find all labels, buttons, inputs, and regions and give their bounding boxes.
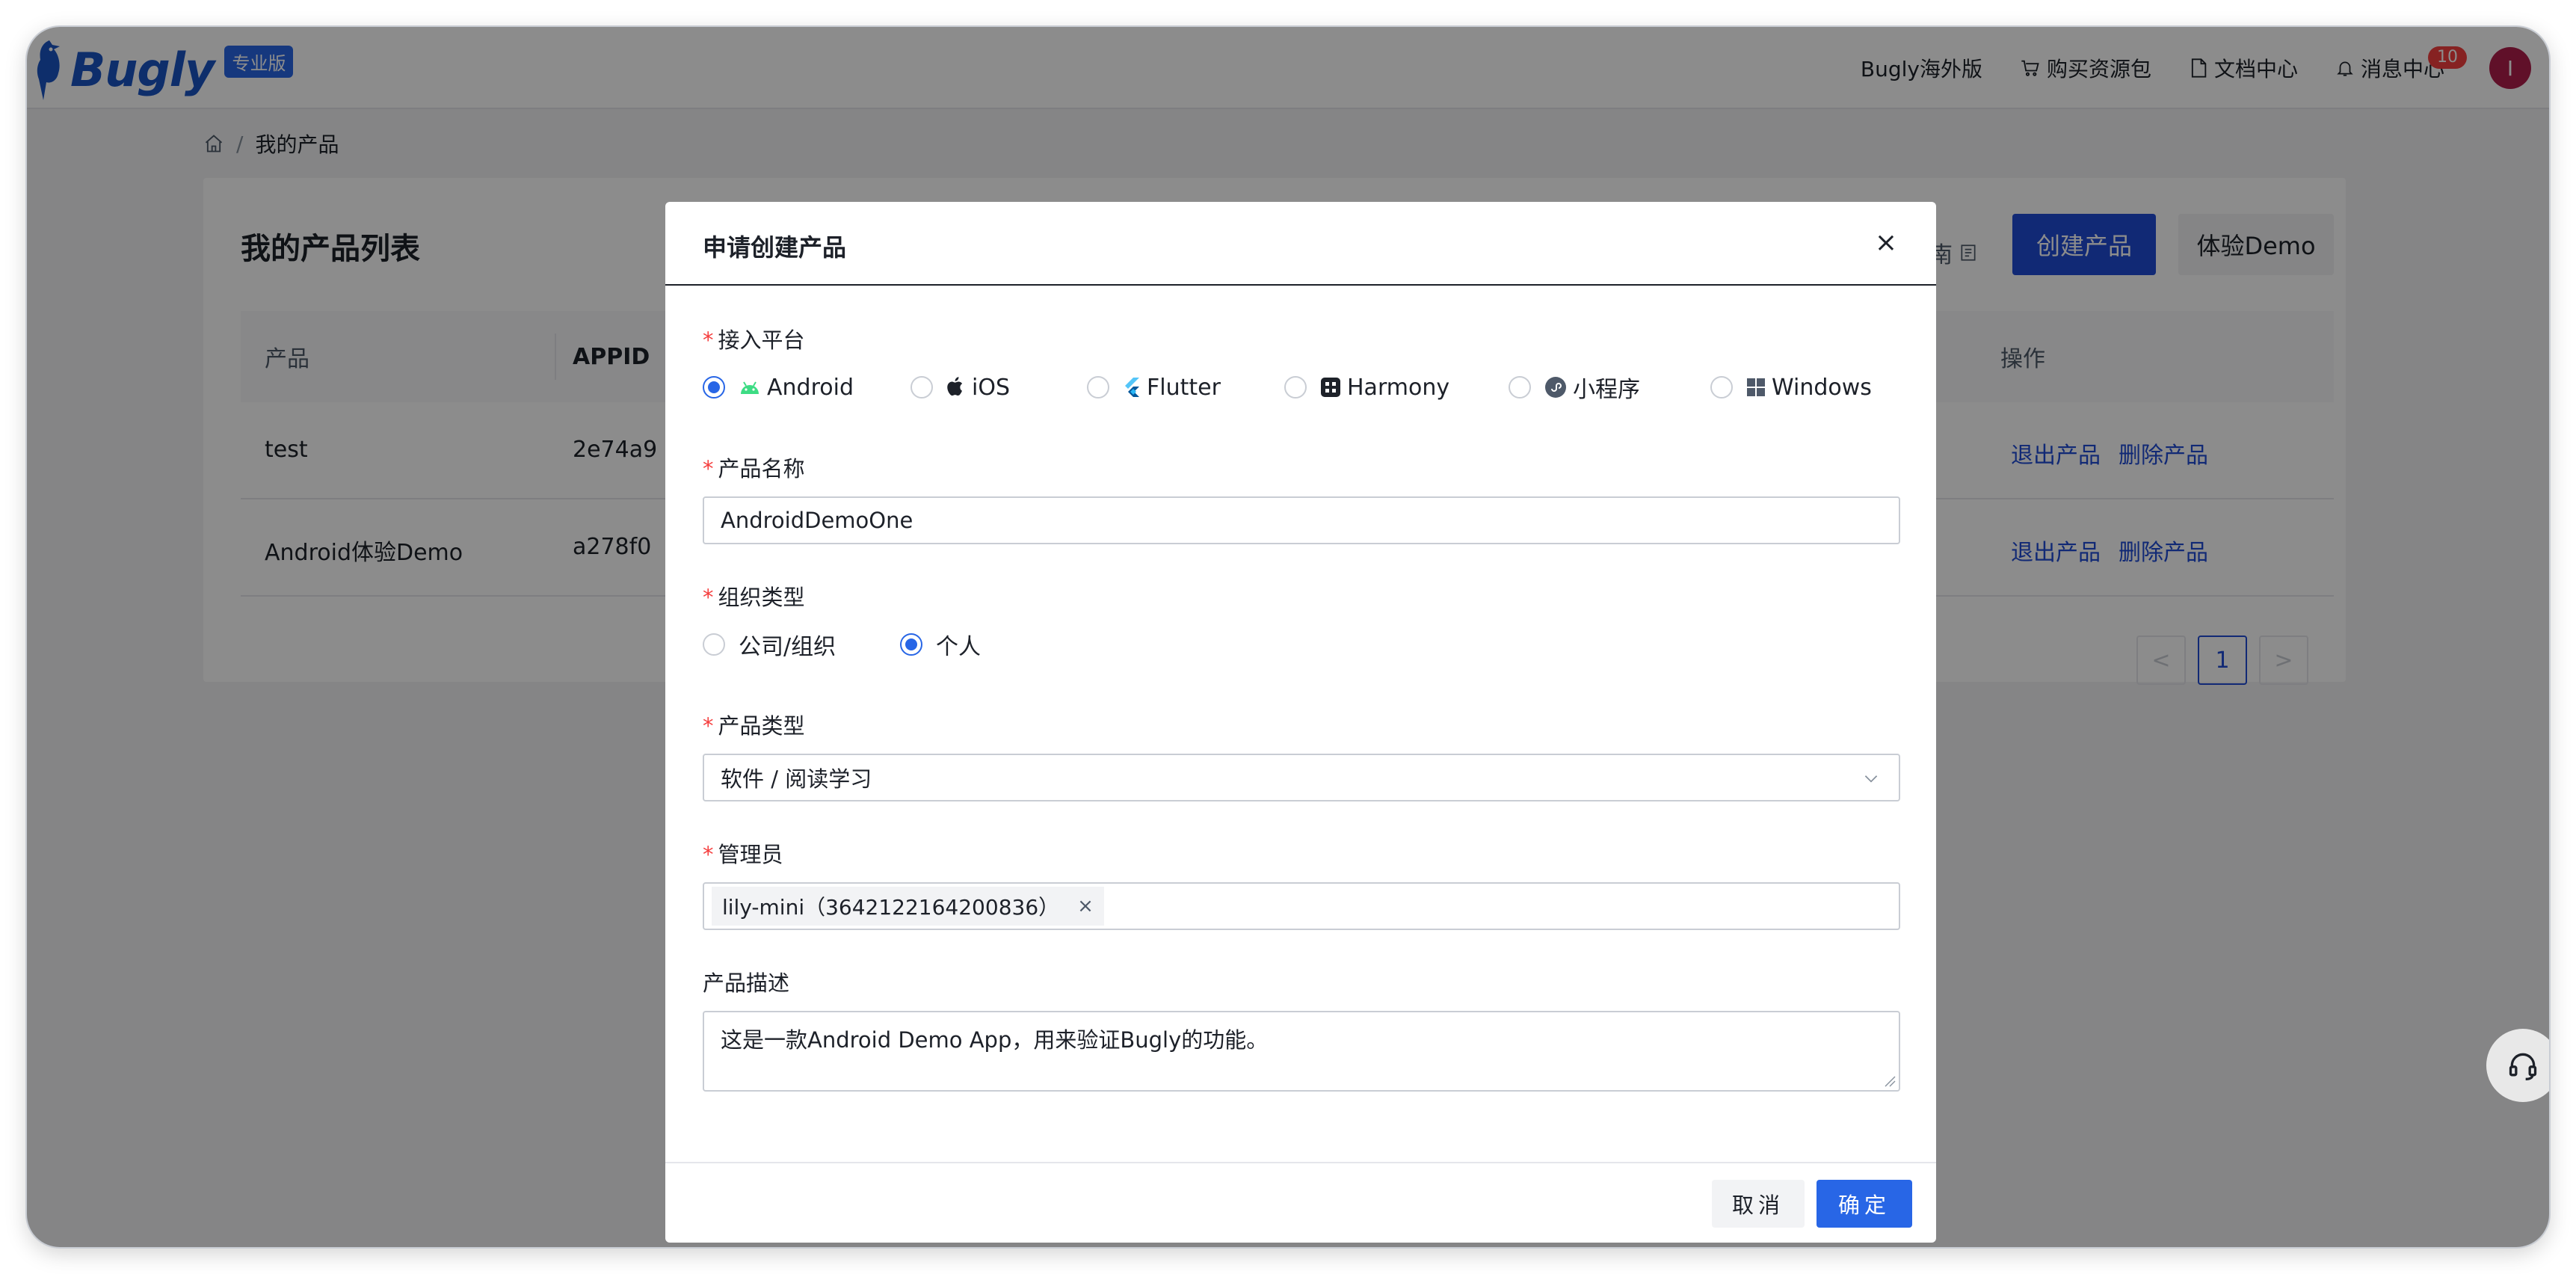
description-textarea[interactable]: 这是一款Android Demo App，用来验证Bugly的功能。 (703, 1011, 1900, 1092)
radio-dot (910, 376, 933, 398)
close-icon[interactable]: × (1875, 227, 1897, 258)
platform-windows-label: Windows (1772, 374, 1872, 401)
product-name-label: * 产品名称 (703, 452, 805, 483)
platform-miniprogram-label: 小程序 (1573, 377, 1640, 403)
required-mark: * (703, 327, 714, 353)
org-type-radio-group: 公司/组织 个人 (703, 628, 981, 661)
modal-footer: 取消 确定 (665, 1162, 1936, 1243)
admin-label-text: 管理员 (718, 842, 783, 867)
modal-header: 申请创建产品 × (665, 202, 1936, 286)
miniprogram-icon (1544, 376, 1567, 398)
product-name-input[interactable]: AndroidDemoOne (703, 496, 1900, 544)
org-type-label: * 组织类型 (703, 580, 805, 612)
product-type-label: * 产品类型 (703, 709, 805, 740)
radio-dot (703, 633, 725, 656)
org-company-label: 公司/组织 (739, 634, 836, 660)
org-company-radio[interactable]: 公司/组织 (703, 628, 900, 661)
product-type-value: 软件 / 阅读学习 (721, 766, 872, 792)
create-product-modal: 申请创建产品 × * 接入平台 Android iOS Flutter Harm… (665, 202, 1936, 1243)
tag-close-icon[interactable]: × (1077, 895, 1094, 917)
platform-flutter-label: Flutter (1147, 374, 1221, 401)
platform-ios-label: iOS (972, 374, 1010, 401)
modal-title: 申请创建产品 (703, 233, 847, 262)
platform-windows-radio[interactable]: Windows (1710, 375, 1872, 401)
confirm-button[interactable]: 确定 (1817, 1180, 1912, 1228)
platform-radio-group: Android iOS Flutter Harmony 小程序 Windows (703, 371, 1872, 404)
headset-icon (2509, 1053, 2537, 1080)
app-window: Bugly 专业版 Bugly海外版 购买资源包 文档中心 消息中心 I 10 (27, 27, 2549, 1247)
windows-icon (1746, 378, 1766, 397)
platform-android-radio[interactable]: Android (703, 375, 910, 401)
platform-harmony-label: Harmony (1347, 374, 1450, 401)
product-type-select[interactable]: 软件 / 阅读学习 (703, 754, 1900, 801)
platform-ios-radio[interactable]: iOS (910, 375, 1087, 401)
org-personal-label: 个人 (936, 634, 981, 660)
required-mark: * (703, 842, 714, 867)
platform-harmony-radio[interactable]: Harmony (1284, 375, 1509, 401)
description-label: 产品描述 (703, 970, 790, 996)
admin-label: * 管理员 (703, 837, 783, 869)
cancel-button[interactable]: 取消 (1712, 1180, 1805, 1228)
apple-icon (946, 376, 966, 398)
radio-dot (1710, 376, 1733, 398)
admin-tag: lily-mini（3642122164200836） × (712, 887, 1104, 926)
android-icon (739, 379, 761, 396)
admin-select[interactable]: lily-mini（3642122164200836） × (703, 882, 1900, 930)
required-mark: * (703, 713, 714, 739)
org-type-label-text: 组织类型 (718, 585, 805, 610)
resize-handle-icon[interactable] (1884, 1075, 1896, 1087)
org-personal-radio[interactable]: 个人 (900, 628, 981, 661)
radio-dot (1087, 376, 1109, 398)
description-value: 这是一款Android Demo App，用来验证Bugly的功能。 (721, 1027, 1269, 1053)
radio-dot (703, 376, 725, 398)
product-name-label-text: 产品名称 (718, 456, 805, 481)
product-name-value: AndroidDemoOne (721, 508, 913, 533)
platform-flutter-radio[interactable]: Flutter (1087, 375, 1284, 401)
product-type-label-text: 产品类型 (718, 713, 805, 739)
platform-android-label: Android (767, 374, 854, 401)
required-mark: * (703, 585, 714, 610)
radio-dot (900, 633, 922, 656)
harmony-icon (1320, 377, 1341, 398)
radio-dot (1509, 376, 1531, 398)
admin-tag-label: lily-mini（3642122164200836） (722, 895, 1060, 920)
platform-label-text: 接入平台 (718, 327, 805, 353)
radio-dot (1284, 376, 1307, 398)
platform-label: * 接入平台 (703, 323, 805, 354)
flutter-icon (1123, 377, 1141, 398)
chevron-down-icon (1864, 775, 1878, 783)
required-mark: * (703, 456, 714, 481)
platform-miniprogram-radio[interactable]: 小程序 (1509, 371, 1710, 404)
